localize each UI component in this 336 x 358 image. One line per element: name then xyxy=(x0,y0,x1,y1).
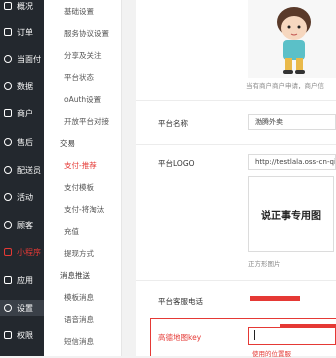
sidebar-item-label: 设置 xyxy=(17,303,33,313)
platform-name-input[interactable]: 渤腾外卖 xyxy=(248,114,336,130)
divider xyxy=(136,100,336,101)
default-avatar-image[interactable] xyxy=(248,0,336,78)
sidebar-item-orders[interactable]: 订单 xyxy=(0,24,44,40)
avatar-help-text: 当有商户商户申请，商户信 xyxy=(246,82,324,90)
sidebar-item-permission[interactable]: 权限 xyxy=(0,327,44,343)
submenu-item-sms-msg[interactable]: 短信消息 xyxy=(64,336,94,347)
after-sale-icon xyxy=(4,138,12,146)
sidebar-item-label: 订单 xyxy=(17,27,33,37)
sidebar-item-label: 权限 xyxy=(17,330,33,340)
submenu-item-pay-recommended[interactable]: 支付-推荐 xyxy=(64,160,97,171)
submenu-item-basic[interactable]: 基础设置 xyxy=(64,6,94,17)
data-icon xyxy=(4,82,12,90)
sidebar-item-label: 商户 xyxy=(17,108,33,118)
redacted-phone-value xyxy=(250,296,300,301)
sidebar-item-label: 活动 xyxy=(17,192,33,202)
submenu-item-withdraw[interactable]: 提现方式 xyxy=(64,248,94,259)
submenu-item-pay-template[interactable]: 支付模板 xyxy=(64,182,94,193)
submenu-item-open-platform[interactable]: 开放平台对接 xyxy=(64,116,109,127)
sidebar-item-settings[interactable]: 设置 xyxy=(0,300,44,316)
sidebar-item-label: 顾客 xyxy=(17,220,33,230)
divider xyxy=(136,144,336,145)
app-icon xyxy=(4,276,12,284)
submenu-item-recharge[interactable]: 充值 xyxy=(64,226,79,237)
sidebar-item-data[interactable]: 数据 xyxy=(0,78,44,94)
sidebar-item-activity[interactable]: 活动 xyxy=(0,189,44,205)
platform-logo-url-input[interactable]: http://testlala.oss-cn-qin xyxy=(248,154,336,170)
cartoon-avatar-icon xyxy=(248,0,336,78)
submenu-item-share[interactable]: 分享及关注 xyxy=(64,50,102,61)
sidebar-item-face-pay[interactable]: 当面付 xyxy=(0,51,44,67)
sidebar-item-overview[interactable]: 概况 xyxy=(0,0,44,14)
text-cursor xyxy=(254,330,255,340)
service-phone-label: 平台客服电话 xyxy=(158,297,203,306)
aes-key-input[interactable] xyxy=(248,327,336,345)
customer-icon xyxy=(4,221,12,229)
sidebar-item-mini-program[interactable]: 小程序 xyxy=(0,244,44,260)
merchant-icon xyxy=(4,109,12,117)
permission-icon xyxy=(4,331,12,339)
sidebar-item-courier[interactable]: 配送员 xyxy=(0,162,44,178)
aes-key-label: 高德地图key xyxy=(158,333,202,342)
activity-icon xyxy=(4,193,12,201)
submenu-item-template-msg[interactable]: 模板消息 xyxy=(64,292,94,303)
submenu-group-trade: 交易 xyxy=(60,139,75,148)
aes-key-help-text: 使用的位置服 xyxy=(252,350,291,358)
sidebar-item-apps[interactable]: 应用 xyxy=(0,272,44,288)
face-pay-icon xyxy=(4,55,12,63)
sidebar-item-label: 概况 xyxy=(17,1,33,11)
sidebar-item-customer[interactable]: 顾客 xyxy=(0,217,44,233)
courier-icon xyxy=(4,166,12,174)
platform-logo-preview[interactable]: 说正事专用图 xyxy=(248,176,334,252)
submenu-item-pay-deprecated[interactable]: 支付-将淘汰 xyxy=(64,204,104,215)
divider xyxy=(136,280,336,281)
mini-program-icon xyxy=(4,248,12,256)
sidebar-item-label: 当面付 xyxy=(17,54,41,64)
sidebar-item-label: 配送员 xyxy=(17,165,41,175)
sidebar-item-label: 售后 xyxy=(17,137,33,147)
overview-icon xyxy=(4,2,12,10)
order-icon xyxy=(4,28,12,36)
platform-name-label: 平台名称 xyxy=(158,119,188,128)
platform-logo-label: 平台LOGO xyxy=(158,159,195,168)
sidebar-item-label: 数据 xyxy=(17,81,33,91)
logo-preview-text: 说正事专用图 xyxy=(261,210,321,222)
main-sidebar: 概况 订单 当面付 数据 商户 售后 配送员 活动 顾客 小程序 应用 设置 权… xyxy=(0,0,44,356)
sidebar-item-merchant[interactable]: 商户 xyxy=(0,105,44,121)
submenu-item-oauth[interactable]: oAuth设置 xyxy=(64,94,101,105)
sidebar-item-after-sale[interactable]: 售后 xyxy=(0,134,44,150)
logo-help-text: 正方形图片 xyxy=(248,260,281,268)
sidebar-item-label: 小程序 xyxy=(17,247,41,257)
settings-form: 当有商户商户申请，商户信 平台名称 渤腾外卖 平台LOGO http://tes… xyxy=(136,0,336,358)
settings-submenu: 基础设置 服务协议设置 分享及关注 平台状态 oAuth设置 开放平台对接 交易… xyxy=(44,0,122,356)
submenu-item-voice-msg[interactable]: 语音消息 xyxy=(64,314,94,325)
submenu-group-push: 消息推送 xyxy=(60,271,90,280)
submenu-item-platform-status[interactable]: 平台状态 xyxy=(64,72,94,83)
gear-icon xyxy=(4,304,12,312)
sidebar-item-label: 应用 xyxy=(17,275,33,285)
submenu-item-service-agreement[interactable]: 服务协议设置 xyxy=(64,28,109,39)
